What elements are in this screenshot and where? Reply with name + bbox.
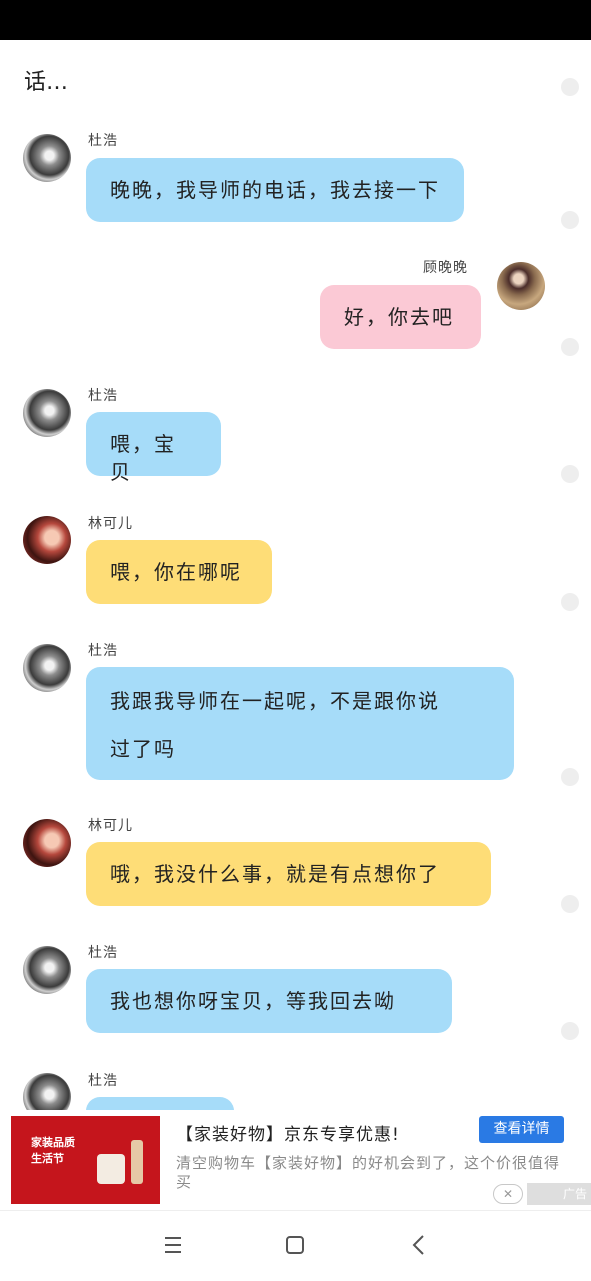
message-text: 哦，我没什么事，就是有点想你了 <box>110 862 440 886</box>
read-dot <box>561 211 579 229</box>
chat-area[interactable]: 话… 杜浩 晚晚，我导师的电话，我去接一下 顾晚晚 好，你去吧 杜浩 喂，宝贝 … <box>0 40 591 1110</box>
avatar-guwanwan[interactable] <box>497 262 545 310</box>
navigation-bar <box>0 1210 591 1281</box>
sender-name: 杜浩 <box>88 945 118 961</box>
ad-title[interactable]: 【家装好物】京东专享优惠! <box>176 1120 400 1145</box>
sender-name: 顾晚晚 <box>423 260 468 276</box>
read-dot <box>561 1022 579 1040</box>
sender-name: 杜浩 <box>88 1073 118 1089</box>
ad-banner[interactable]: 家装品质 生活节 【家装好物】京东专享优惠! 查看详情 清空购物车【家装好物】的… <box>0 1110 591 1210</box>
view-details-button[interactable]: 查看详情 <box>479 1116 564 1143</box>
message-bubble[interactable]: 我跟我导师在一起呢，不是跟你说 过了吗 <box>86 667 514 780</box>
sender-name: 杜浩 <box>88 643 118 659</box>
read-dot <box>561 768 579 786</box>
message-text-line: 过了吗 <box>110 737 176 761</box>
avatar-duhao[interactable] <box>23 644 71 692</box>
read-dot <box>561 593 579 611</box>
sender-name: 杜浩 <box>88 388 118 404</box>
message-bubble[interactable]: 我也想你呀宝贝，等我回去呦 <box>86 969 452 1033</box>
product-box <box>97 1154 125 1184</box>
avatar-duhao[interactable] <box>23 134 71 182</box>
avatar-linkeer[interactable] <box>23 516 71 564</box>
read-dot <box>561 78 579 96</box>
message-bubble[interactable]: 喂，你在哪呢 <box>86 540 272 604</box>
message-bubble[interactable]: 哦，我没什么事，就是有点想你了 <box>86 842 491 906</box>
avatar-duhao[interactable] <box>23 946 71 994</box>
back-icon[interactable] <box>401 1227 437 1263</box>
ad-image-text: 生活节 <box>31 1152 64 1165</box>
avatar-linkeer[interactable] <box>23 819 71 867</box>
message-bubble[interactable] <box>86 1097 234 1110</box>
read-dot <box>561 895 579 913</box>
home-icon[interactable] <box>277 1227 313 1263</box>
ad-image-text: 家装品质 <box>31 1136 75 1149</box>
menu-icon[interactable] <box>155 1227 191 1263</box>
message-bubble[interactable]: 喂，宝贝 <box>86 412 221 484</box>
ad-image[interactable]: 家装品质 生活节 <box>11 1116 160 1204</box>
previous-message-fragment: 话… <box>24 70 69 95</box>
avatar-duhao[interactable] <box>23 389 71 437</box>
read-dot <box>561 465 579 483</box>
message-text: 喂，你在哪呢 <box>110 560 242 584</box>
message-text: 喂，宝贝 <box>110 432 176 484</box>
ad-label: 广告 <box>527 1183 591 1205</box>
read-dot <box>561 338 579 356</box>
message-bubble[interactable]: 好，你去吧 <box>320 285 481 349</box>
message-text: 好，你去吧 <box>344 305 454 329</box>
status-bar <box>0 0 591 40</box>
sender-name: 杜浩 <box>88 133 118 149</box>
sender-name: 林可儿 <box>88 818 133 834</box>
message-bubble[interactable]: 晚晚，我导师的电话，我去接一下 <box>86 158 464 222</box>
close-ad-icon[interactable]: ✕ <box>493 1184 523 1204</box>
message-text: 我也想你呀宝贝，等我回去呦 <box>110 989 396 1013</box>
sender-name: 林可儿 <box>88 516 133 532</box>
avatar-duhao[interactable] <box>23 1073 71 1110</box>
message-text-line: 我跟我导师在一起呢，不是跟你说 <box>110 689 440 713</box>
message-text: 晚晚，我导师的电话，我去接一下 <box>110 178 440 202</box>
product-bottle <box>131 1140 143 1184</box>
